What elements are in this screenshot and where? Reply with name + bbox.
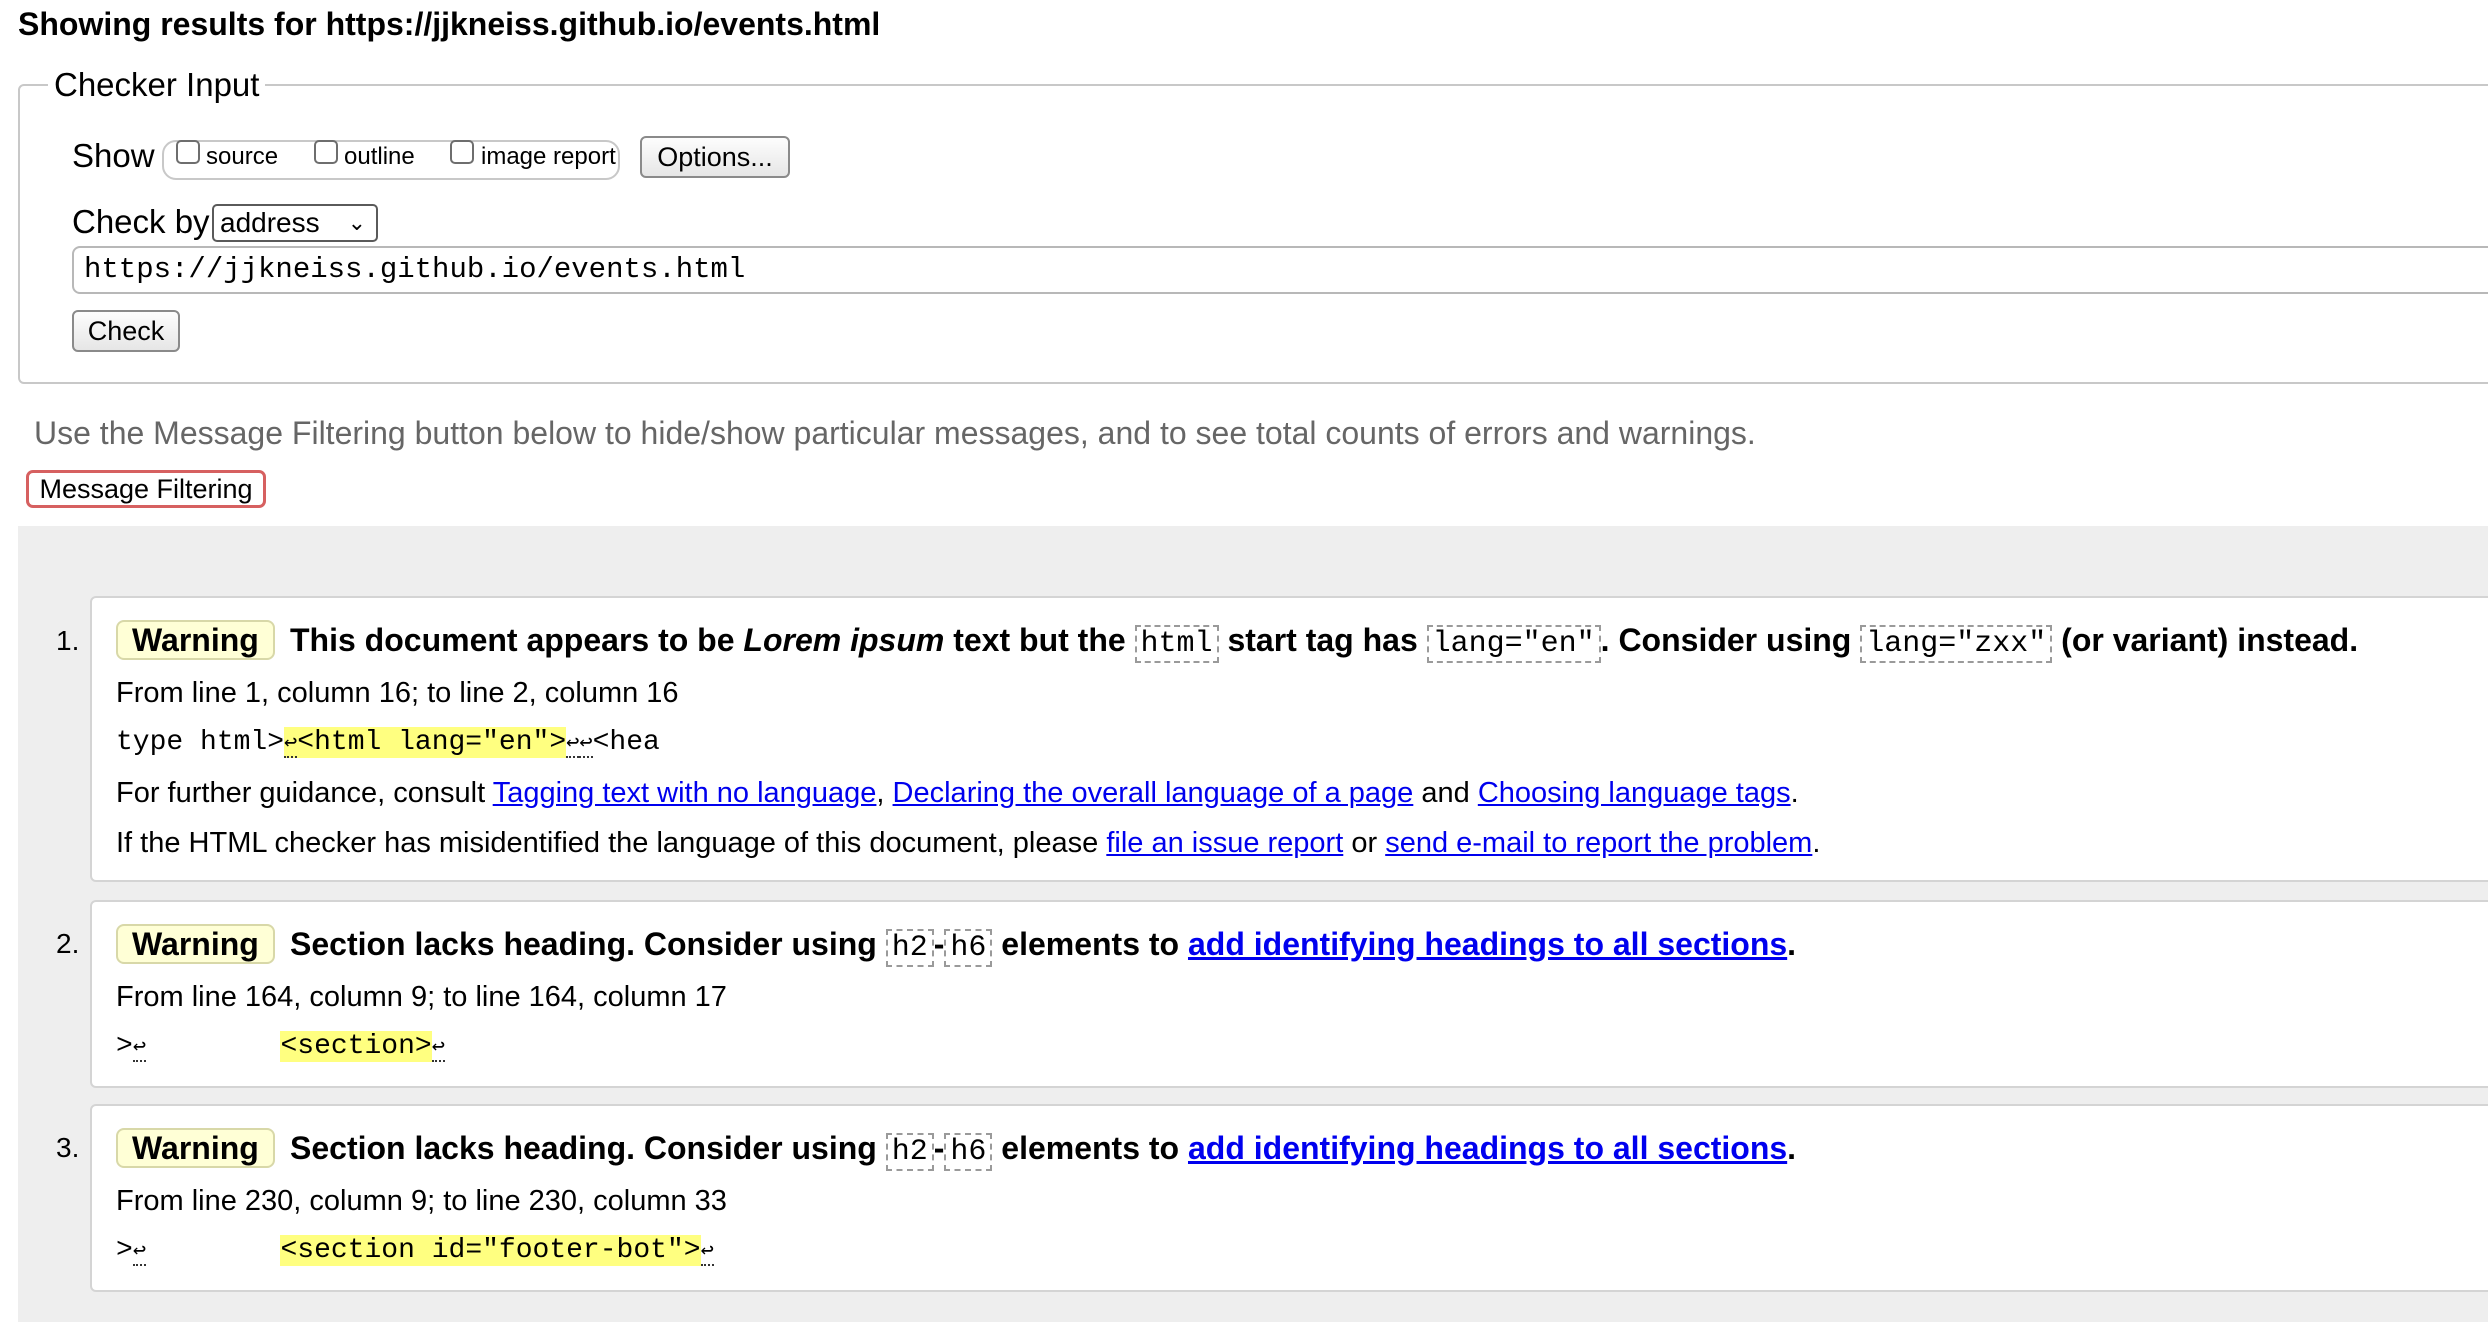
add-headings-link[interactable]: add identifying headings to all sections (1188, 926, 1787, 962)
message-number: 2. (56, 928, 80, 959)
image-report-checkbox[interactable] (450, 140, 474, 164)
options-button[interactable]: Options... (640, 136, 790, 178)
tagging-text-link[interactable]: Tagging text with no language (493, 777, 877, 809)
message-number: 1. (56, 625, 80, 656)
message-number: 3. (56, 1132, 80, 1163)
message-text: This document appears to be Lorem ipsum … (290, 622, 2359, 663)
message-location: From line 1, column 16; to line 2, colum… (116, 677, 679, 709)
message-text: Section lacks heading. Consider using h2… (290, 926, 1797, 967)
code-html: html (1134, 625, 1219, 663)
source-checkbox-label[interactable]: source (206, 142, 278, 172)
image-report-checkbox-label[interactable]: image report (481, 142, 616, 172)
message-extract: type html>↩<html lang="en">↩↩<hea (116, 727, 660, 758)
message-text: Section lacks heading. Consider using h2… (290, 1130, 1797, 1171)
check-by-value: address (220, 207, 320, 238)
code-h6: h6 (944, 929, 993, 967)
message-location: From line 230, column 9; to line 230, co… (116, 1185, 727, 1217)
code-lang-en: lang="en" (1426, 625, 1601, 663)
outline-checkbox[interactable] (314, 140, 338, 164)
code-h6: h6 (944, 1133, 993, 1171)
return-icon: ↩ (132, 1035, 147, 1062)
return-icon: ↩ (132, 1239, 147, 1266)
check-by-select[interactable]: address ⌄ (212, 204, 378, 242)
message-extract: >↩ <section id="footer-bot">↩ (116, 1235, 714, 1266)
url-input[interactable]: https://jjkneiss.github.io/events.html (72, 246, 2488, 294)
message-filtering-button[interactable]: Message Filtering (26, 470, 266, 508)
return-icon: ↩ (579, 731, 593, 758)
return-icon: ↩ (566, 731, 580, 758)
warning-badge: Warning (116, 620, 275, 660)
guidance-line: For further guidance, consult Tagging te… (116, 777, 1799, 809)
message-item-1: Warning This document appears to be Lore… (90, 596, 2488, 882)
return-icon: ↩ (284, 731, 298, 758)
code-lang-zxx: lang="zxx" (1860, 625, 2053, 663)
source-checkbox[interactable] (176, 140, 200, 164)
send-email-link[interactable]: send e-mail to report the problem (1385, 827, 1812, 859)
chevron-down-icon: ⌄ (347, 210, 366, 235)
check-button[interactable]: Check (72, 310, 180, 352)
filter-hint-text: Use the Message Filtering button below t… (34, 415, 1756, 451)
code-h2: h2 (885, 1133, 934, 1171)
check-by-label: Check by (72, 203, 210, 240)
message-item-3: Warning Section lacks heading. Consider … (90, 1104, 2488, 1292)
code-h2: h2 (885, 929, 934, 967)
page-title: Showing results for https://jjkneiss.git… (18, 6, 881, 42)
return-icon: ↩ (431, 1035, 445, 1062)
declaring-language-link[interactable]: Declaring the overall language of a page (893, 777, 1414, 809)
checker-input-fieldset (18, 84, 2488, 384)
outline-checkbox-label[interactable]: outline (344, 142, 415, 172)
message-extract: >↩ <section>↩ (116, 1031, 445, 1062)
add-headings-link[interactable]: add identifying headings to all sections (1188, 1130, 1787, 1166)
message-item-2: Warning Section lacks heading. Consider … (90, 900, 2488, 1088)
misidentified-line: If the HTML checker has misidentified th… (116, 827, 1821, 859)
warning-badge: Warning (116, 1128, 275, 1168)
message-location: From line 164, column 9; to line 164, co… (116, 981, 727, 1013)
show-label: Show (72, 137, 155, 174)
return-icon: ↩ (700, 1239, 714, 1266)
checker-input-legend: Checker Input (48, 64, 266, 106)
file-issue-link[interactable]: file an issue report (1106, 827, 1343, 859)
warning-badge: Warning (116, 924, 275, 964)
choosing-language-tags-link[interactable]: Choosing language tags (1478, 777, 1791, 809)
